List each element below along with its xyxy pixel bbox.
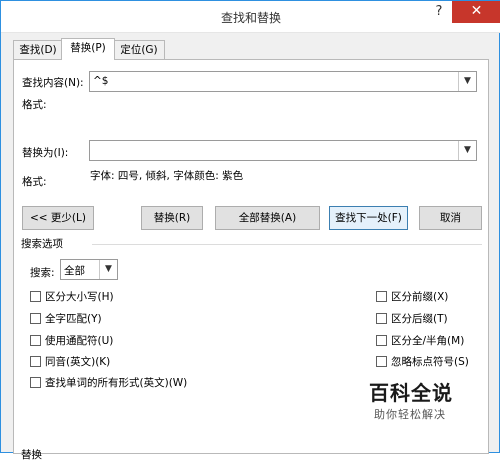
match-case-label: 区分大小写(H) [45, 291, 114, 303]
word-forms-label: 查找单词的所有形式(英文)(W) [45, 377, 188, 389]
watermark-subtitle: 助你轻松解决 [374, 408, 446, 421]
replace-label: 替换为(I): [22, 147, 69, 159]
find-next-button[interactable]: 查找下一处(F) [329, 206, 408, 230]
whole-word-checkbox[interactable] [30, 313, 41, 324]
tab-replace[interactable]: 替换(P) [61, 38, 115, 60]
match-prefix-checkbox[interactable] [376, 291, 387, 302]
find-value: ^$ [93, 75, 109, 87]
wildcards-label: 使用通配符(U) [45, 335, 114, 347]
match-case-checkbox[interactable] [30, 291, 41, 302]
chevron-down-icon[interactable]: ▼ [99, 260, 117, 279]
help-button[interactable]: ? [425, 1, 453, 25]
match-width-checkbox[interactable] [376, 335, 387, 346]
wildcards-checkbox[interactable] [30, 335, 41, 346]
section-divider [92, 244, 482, 245]
search-options-heading: 搜索选项 [21, 238, 63, 250]
ignore-punct-label: 忽略标点符号(S) [391, 356, 469, 368]
replace-input[interactable]: ▼ [89, 140, 477, 161]
sounds-like-label: 同音(英文)(K) [45, 356, 111, 368]
find-input[interactable]: ^$ ▼ [89, 71, 477, 92]
cancel-button[interactable]: 取消 [419, 206, 482, 230]
title-bar: 查找和替换 ? ✕ [1, 1, 500, 33]
find-label: 查找内容(N): [22, 77, 84, 89]
word-forms-checkbox[interactable] [30, 377, 41, 388]
search-direction-select[interactable]: 全部 ▼ [60, 259, 118, 280]
dialog-window: 查找和替换 ? ✕ 查找(D) 替换(P) 定位(G) 查找内容(N): ^$ … [0, 0, 500, 461]
sounds-like-checkbox[interactable] [30, 356, 41, 367]
tab-goto[interactable]: 定位(G) [113, 40, 165, 59]
match-suffix-label: 区分后缀(T) [391, 313, 448, 325]
match-width-label: 区分全/半角(M) [391, 335, 465, 347]
search-direction-value: 全部 [64, 265, 85, 277]
chevron-down-icon[interactable]: ▼ [458, 141, 476, 160]
search-direction-label: 搜索: [30, 267, 55, 279]
close-button[interactable]: ✕ [452, 1, 500, 23]
match-suffix-checkbox[interactable] [376, 313, 387, 324]
replace-format-value: 字体: 四号, 倾斜, 字体颜色: 紫色 [90, 170, 244, 182]
replace-section-heading: 替换 [21, 449, 42, 461]
replace-all-button[interactable]: 全部替换(A) [215, 206, 320, 230]
tab-find[interactable]: 查找(D) [13, 40, 63, 59]
less-button[interactable]: << 更少(L) [22, 206, 94, 230]
replace-button[interactable]: 替换(R) [141, 206, 203, 230]
match-prefix-label: 区分前缀(X) [391, 291, 449, 303]
whole-word-label: 全字匹配(Y) [45, 313, 102, 325]
chevron-down-icon[interactable]: ▼ [458, 72, 476, 91]
watermark-title: 百科全说 [369, 381, 453, 405]
find-format-label: 格式: [22, 99, 47, 111]
ignore-punct-checkbox[interactable] [376, 356, 387, 367]
replace-format-label: 格式: [22, 176, 47, 188]
